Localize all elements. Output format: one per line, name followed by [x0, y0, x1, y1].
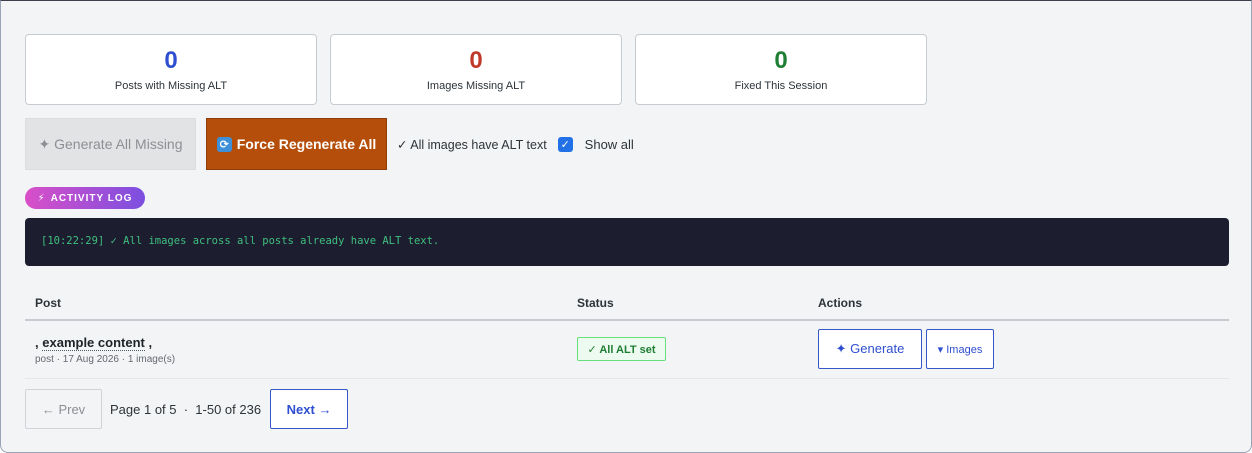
force-regenerate-all-button[interactable]: ⟳ Force Regenerate All — [206, 118, 387, 170]
generate-button[interactable]: ✦ Generate — [818, 329, 922, 369]
images-toggle-button[interactable]: ▾ Images — [926, 329, 994, 369]
table-header: Post Status Actions — [25, 286, 1229, 321]
post-title[interactable]: , example content , — [35, 335, 153, 351]
stat-fixed-this-session: 0 Fixed This Session — [635, 34, 927, 105]
column-header-actions: Actions — [818, 296, 863, 310]
page-info: Page 1 of 5 · 1-50 of 236 — [110, 401, 262, 417]
status-badge: ✓ All ALT set — [577, 337, 666, 361]
stat-value: 0 — [469, 46, 483, 74]
show-all-checkbox[interactable]: ✓ — [557, 136, 573, 152]
post-title-prefix: , — [35, 335, 39, 350]
activity-log-badge: ⚡ ACTIVITY LOG — [25, 187, 145, 209]
table-row: , example content , post · 17 Aug 2026 ·… — [25, 321, 1229, 379]
column-header-post: Post — [35, 296, 62, 310]
activity-log-console: [10:22:29] ✓ All images across all posts… — [25, 218, 1229, 266]
post-title-text[interactable]: example content — [42, 335, 145, 351]
generate-all-missing-button[interactable]: ✦ Generate All Missing — [25, 118, 196, 170]
show-all-label[interactable]: Show all — [585, 137, 634, 152]
force-regenerate-label: Force Regenerate All — [236, 136, 377, 152]
next-page-button[interactable]: Next → — [270, 389, 349, 429]
stat-posts-missing-alt: 0 Posts with Missing ALT — [25, 34, 317, 105]
stat-images-missing-alt: 0 Images Missing ALT — [330, 34, 622, 105]
stat-value: 0 — [774, 46, 788, 74]
stat-label: Fixed This Session — [734, 79, 828, 92]
pagination: ← Prev Page 1 of 5 · 1-50 of 236 Next → — [25, 389, 349, 429]
posts-table: Post Status Actions , example content , … — [25, 286, 1229, 379]
column-header-status: Status — [577, 296, 614, 310]
toolbar: ✦ Generate All Missing ⟳ Force Regenerat… — [25, 118, 634, 170]
stats-row: 0 Posts with Missing ALT 0 Images Missin… — [25, 34, 927, 105]
post-title-suffix: , — [148, 335, 153, 350]
alt-text-manager-panel: 0 Posts with Missing ALT 0 Images Missin… — [0, 0, 1252, 453]
status-message: ✓ All images have ALT text — [397, 137, 547, 152]
log-entry: [10:22:29] ✓ All images across all posts… — [41, 235, 440, 247]
stat-label: Images Missing ALT — [426, 79, 526, 92]
activity-log-label: ACTIVITY LOG — [50, 192, 133, 204]
post-meta: post · 17 Aug 2026 · 1 image(s) — [35, 354, 176, 365]
lightning-icon: ⚡ — [37, 192, 46, 204]
stat-value: 0 — [164, 46, 178, 74]
prev-page-button[interactable]: ← Prev — [25, 389, 102, 429]
refresh-icon: ⟳ — [216, 136, 232, 152]
stat-label: Posts with Missing ALT — [114, 79, 228, 92]
